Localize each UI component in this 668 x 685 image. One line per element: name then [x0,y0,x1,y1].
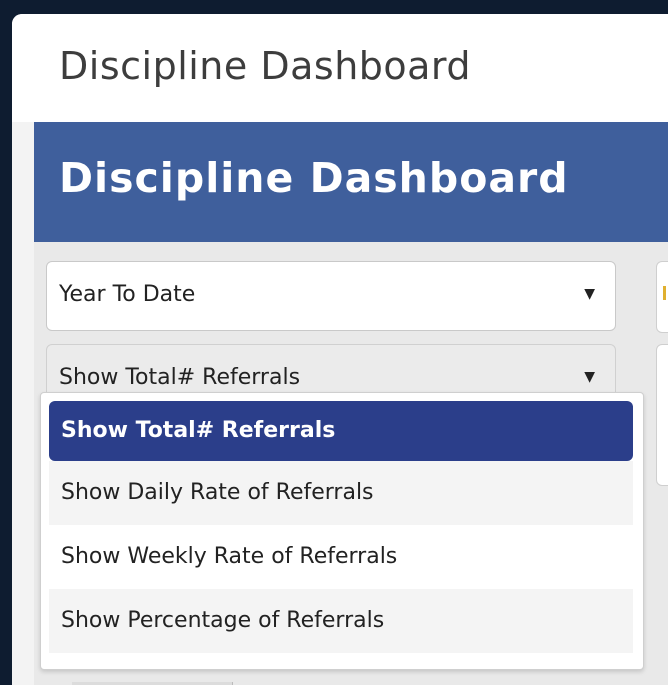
dropdown-option-total-referrals[interactable]: Show Total# Referrals [49,401,633,461]
partial-text-icon [663,286,666,300]
app-frame: Discipline Dashboard Discipline Dashboar… [0,0,668,685]
dropdown-option-weekly-rate[interactable]: Show Weekly Rate of Referrals [49,525,633,589]
dropdown-option-daily-rate[interactable]: Show Daily Rate of Referrals [49,461,633,525]
secondary-panel [656,344,668,486]
date-range-value: Year To Date [59,282,196,307]
chevron-down-icon: ▼ [584,286,595,302]
dashboard-banner: Discipline Dashboard [34,122,668,242]
dropdown-option-percentage[interactable]: Show Percentage of Referrals [49,589,633,653]
page-title: Discipline Dashboard [59,154,569,202]
metric-dropdown-list: Show Total# Referrals Show Daily Rate of… [40,392,644,670]
secondary-select[interactable] [656,261,668,333]
window-title-bar: Discipline Dashboard [12,14,668,122]
metric-value: Show Total# Referrals [59,365,301,390]
window-title: Discipline Dashboard [59,44,472,88]
chevron-down-icon: ▼ [584,369,595,385]
date-range-select[interactable]: Year To Date ▼ [46,261,616,331]
